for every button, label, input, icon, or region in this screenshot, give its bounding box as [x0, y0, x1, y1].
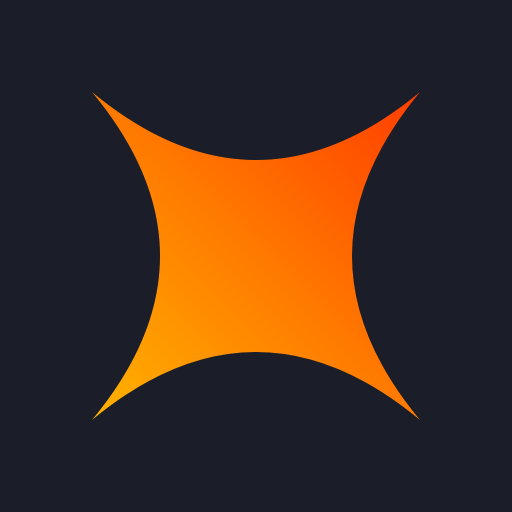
star-shape [92, 92, 420, 420]
four-point-star-icon [92, 92, 420, 420]
icon-canvas [0, 0, 512, 512]
